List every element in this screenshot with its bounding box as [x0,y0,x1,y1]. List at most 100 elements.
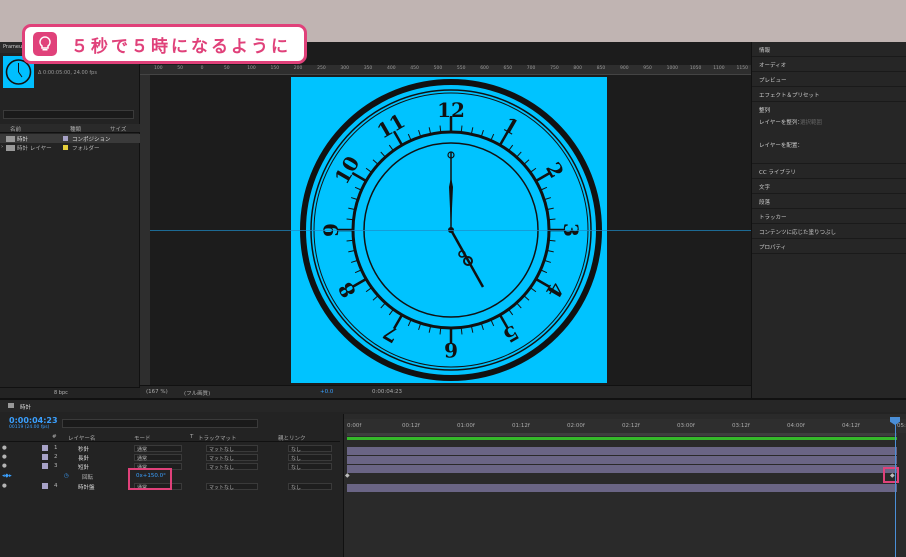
clock-tick [516,303,522,309]
clock-numeral: 2 [541,158,569,182]
parent-select[interactable]: なし [288,445,332,453]
project-search-input[interactable] [3,110,134,119]
ruler-label: 850 [596,66,606,71]
keyframe-nav-icon[interactable]: ◂◆▸ [2,473,12,479]
col-type[interactable]: 種類 [70,125,81,133]
ruler-label: 550 [456,66,466,71]
label-swatch [63,136,68,141]
clock-tick [348,250,355,253]
ruler-label: 700 [526,66,536,71]
panel-content-aware-fill[interactable]: コンテンツに応じた塗りつぶし [752,224,906,239]
panel-effects[interactable]: エフェクト＆プリセット [752,87,906,102]
exposure-value[interactable]: +0.0 [320,389,333,395]
ruler-left [140,75,150,385]
item-type: フォルダー [72,146,100,152]
mode-select[interactable]: 通常 [134,445,182,453]
clock-tick [545,260,552,263]
timeline-panel: 時計 0:00:04:23 00119 (24.00 fps) # レイヤー名 … [0,398,906,557]
clock-numeral: 4 [541,278,569,302]
clock-tick [524,295,530,301]
panel-character[interactable]: 文字 [752,179,906,194]
panel-tracker[interactable]: トラッカー [752,209,906,224]
eye-icon[interactable]: ● [2,454,7,460]
project-header: 名前 種類 サイズ [0,124,140,133]
project-footer: 8 bpc [0,387,140,398]
panel-preview[interactable]: プレビュー [752,72,906,87]
mode-select[interactable]: 通常 [134,454,182,462]
clock-tick [541,269,548,274]
matte-select[interactable]: マットなし [206,463,258,471]
current-time[interactable]: 0:00:04:23 [9,416,58,425]
matte-select[interactable]: マットなし [206,445,258,453]
clock-tick [372,295,378,301]
layer-name[interactable]: 時計盤 [78,483,95,491]
matte-select[interactable]: マットなし [206,483,258,491]
layer-name[interactable]: 短針 [78,463,89,471]
ruler-label: 1050 [689,66,702,71]
lightbulb-icon [33,32,57,56]
layer-row[interactable]: ● 1 秒針 通常 マットなし なし [0,444,340,453]
ruler-label: 1000 [666,66,679,71]
list-item[interactable]: › 時計 レイヤー フォルダー [0,143,140,152]
right-panels: 情報 オーディオ プレビュー エフェクト＆プリセット 整列 レイヤーを整列： 選… [751,42,906,398]
stopwatch-icon[interactable]: ◷ [64,473,69,479]
matte-select[interactable]: マットなし [206,454,258,462]
clock-tick [365,167,372,173]
col-num: # [52,434,57,440]
panel-properties[interactable]: プロパティ [752,239,906,254]
keyframe-icon[interactable]: ◆ [345,472,350,479]
layer-name[interactable]: 長針 [78,454,89,462]
clock-tick [439,125,442,132]
layer-search-input[interactable] [62,419,258,428]
distribute-label: レイヤーを配置： [759,143,803,149]
viewer-time[interactable]: 0:00:04:23 [372,389,402,395]
layer-bar[interactable] [347,456,897,464]
work-area-bar[interactable] [347,433,897,436]
ruler-label: 300 [340,66,349,71]
panel-info[interactable]: 情報 [752,42,906,57]
col-name[interactable]: 名前 [10,125,21,133]
layer-bar[interactable] [347,484,897,492]
col-t: T [190,434,194,440]
bpc-label[interactable]: 8 bpc [54,390,68,396]
panel-cc-library[interactable]: CC ライブラリ [752,164,906,179]
track-area[interactable]: 0:00f 00:12f 01:00f 01:12f 02:00f 02:12f 03:00… [343,414,906,557]
resolution-select[interactable]: (フル画質) [184,389,210,397]
col-mode: モード [134,436,151,442]
align-target-select[interactable]: 選択範囲 [800,118,822,126]
ruler-label: 0 [200,66,204,71]
clock-tick [530,287,537,293]
playhead-line[interactable] [895,419,896,557]
clock-tick [516,151,522,157]
eye-icon[interactable]: ● [2,445,7,451]
parent-select[interactable]: なし [288,454,332,462]
time-tick: 00:12f [402,423,420,429]
timeline-tab[interactable]: 時計 [0,400,906,412]
panel-audio[interactable]: オーディオ [752,57,906,72]
clock-tick [547,207,554,210]
ruler-label: 500 [433,66,443,71]
parent-select[interactable]: なし [288,463,332,471]
zoom-select[interactable]: (167 %) [146,389,168,395]
panel-paragraph[interactable]: 段落 [752,194,906,209]
chevron-right-icon[interactable]: › [1,144,3,150]
clock-numeral: 7 [379,320,403,348]
list-item[interactable]: 時計 コンポジション [0,134,140,143]
clock-tick [354,269,361,274]
ruler-label: 350 [363,66,373,71]
eye-icon[interactable]: ● [2,463,7,469]
eye-icon[interactable]: ● [2,483,7,489]
layer-num: 1 [54,445,58,451]
parent-select[interactable]: なし [288,483,332,491]
clock-tick [541,186,548,191]
layer-bar[interactable] [347,465,897,473]
layer-row[interactable]: ● 2 長針 通常 マットなし なし [0,453,340,462]
ruler-label: 250 [317,66,326,71]
clock-tick [439,328,442,335]
ruler-label: 50 [177,66,184,71]
layer-bar[interactable] [347,447,897,455]
viewer-controls: (167 %) (フル画質) +0.0 0:00:04:23 [140,385,751,398]
time-ruler[interactable]: 0:00f 00:12f 01:00f 01:12f 02:00f 02:12f 03:00… [344,419,906,433]
col-size[interactable]: サイズ [110,125,126,133]
layer-name[interactable]: 秒針 [78,445,89,453]
